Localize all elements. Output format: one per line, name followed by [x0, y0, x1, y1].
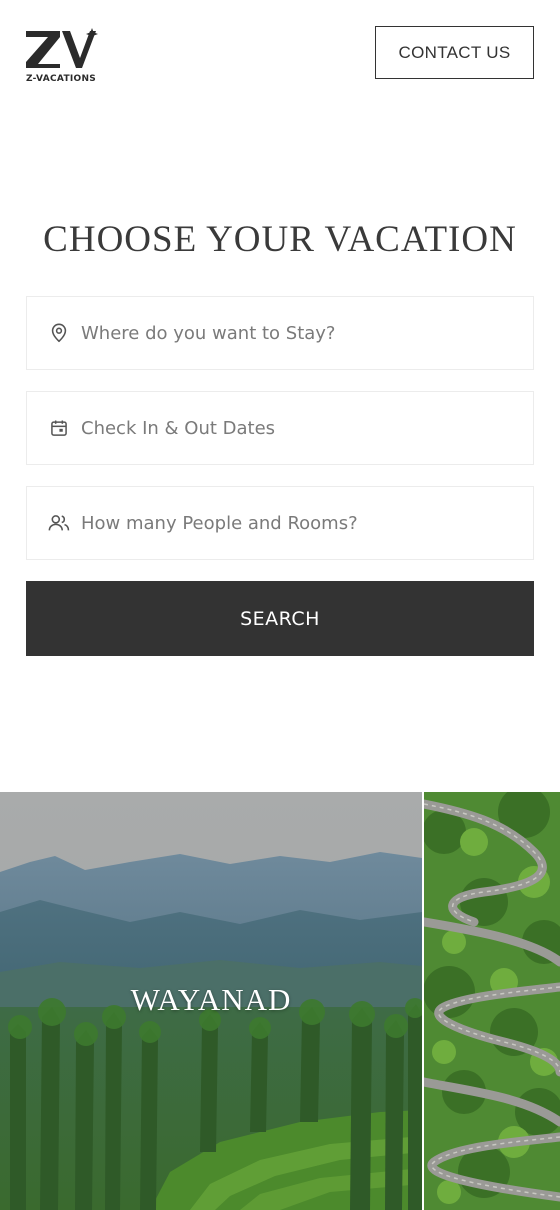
- z-vacations-logo-icon: [26, 28, 98, 68]
- winding-road-image: [424, 792, 560, 1210]
- search-button[interactable]: SEARCH: [26, 581, 534, 656]
- header: Z-VACATIONS CONTACT US: [0, 0, 560, 110]
- brand-name: Z-VACATIONS: [26, 74, 97, 84]
- location-field[interactable]: Where do you want to Stay?: [26, 296, 534, 370]
- destinations-gallery: WAYANAD: [0, 792, 560, 1210]
- contact-us-button[interactable]: CONTACT US: [375, 26, 534, 79]
- destination-label: WAYANAD: [130, 982, 292, 1017]
- guests-placeholder: How many People and Rooms?: [81, 512, 358, 534]
- destination-card-wayanad[interactable]: WAYANAD: [0, 792, 422, 1210]
- location-pin-icon: [47, 321, 71, 345]
- dates-field[interactable]: Check In & Out Dates: [26, 391, 534, 465]
- brand-logo[interactable]: Z-VACATIONS: [26, 28, 102, 86]
- calendar-icon: [47, 416, 71, 440]
- destination-card-next[interactable]: [424, 792, 560, 1210]
- location-placeholder: Where do you want to Stay?: [81, 322, 336, 344]
- dates-placeholder: Check In & Out Dates: [81, 417, 276, 439]
- page-title: CHOOSE YOUR VACATION: [43, 219, 517, 260]
- guests-field[interactable]: How many People and Rooms?: [26, 486, 534, 560]
- people-icon: [47, 511, 71, 535]
